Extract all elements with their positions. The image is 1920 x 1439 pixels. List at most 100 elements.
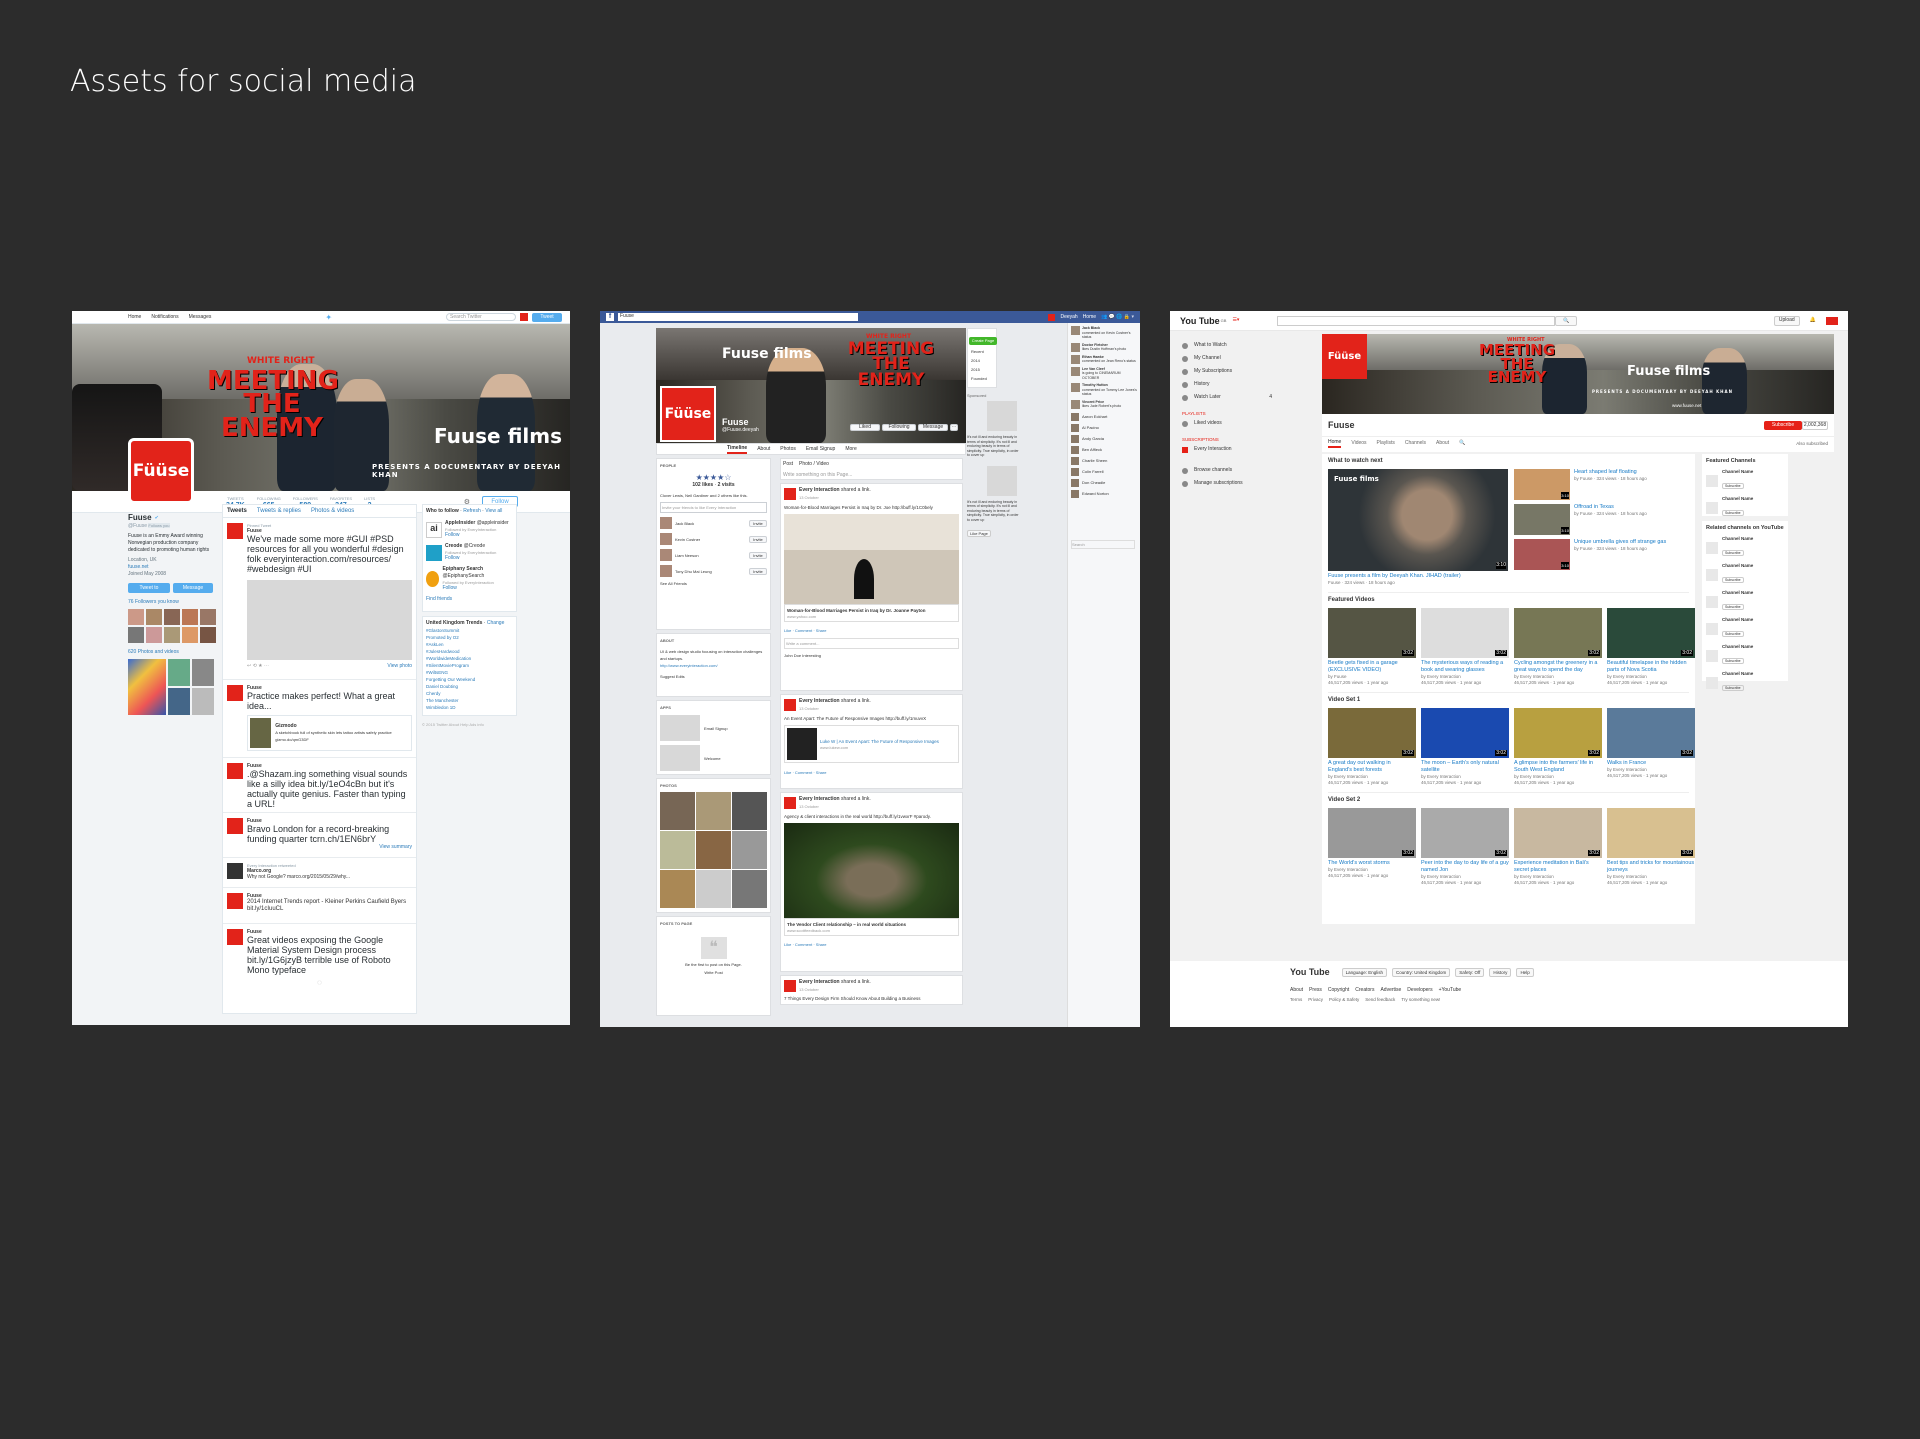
twitter-bird-icon[interactable]: ✦ (325, 313, 332, 322)
video-tile[interactable]: 3:02 The moon – Earth's only natural sate… (1421, 708, 1509, 786)
contact-item[interactable]: Al Pacino (1071, 423, 1137, 432)
see-all-friends-link[interactable]: See All Friends (660, 580, 767, 587)
create-page-button[interactable]: Create Page (969, 336, 997, 345)
footer-link[interactable]: Advertise (1380, 987, 1401, 994)
trend-item[interactable]: #WiltsENG (426, 669, 513, 676)
nav-profile[interactable]: Deeyah (1060, 314, 1077, 321)
video-tile[interactable]: 3:02 A great day out walking in England's… (1328, 708, 1416, 786)
guide-subscriptions[interactable]: My Subscriptions (1182, 365, 1272, 378)
invite-button[interactable]: Invite (749, 551, 767, 559)
post-link-image[interactable] (784, 823, 959, 918)
trend-item[interactable]: #SilentMovieProgram (426, 662, 513, 669)
avatar[interactable] (1826, 316, 1838, 325)
contact-item[interactable]: Charlie Sheen (1071, 456, 1137, 465)
footer-link[interactable]: Policy & Safety (1329, 996, 1359, 1003)
upload-button[interactable]: Upload (1773, 315, 1800, 326)
tab-timeline[interactable]: Timeline (727, 445, 748, 454)
footer-link[interactable]: +YouTube (1439, 987, 1462, 994)
footer-logo[interactable]: You Tube (1290, 967, 1330, 977)
channel-url[interactable]: www.fuuse.net (1672, 402, 1701, 409)
trend-item[interactable]: Forgetting Our Weekend (426, 676, 513, 683)
video-tile[interactable]: 3:02 Walks in France by Every Interaction 4… (1607, 708, 1695, 779)
invite-button[interactable]: Invite (749, 567, 767, 575)
video-tile[interactable]: 3:02 Beetle gets fixed in a garage (EXCLU… (1328, 608, 1416, 686)
channel-item[interactable]: Channel Name Subscribe (1706, 590, 1784, 613)
more-icon[interactable]: ⋯ (950, 424, 958, 431)
year-item[interactable]: Recent (968, 347, 996, 356)
channel-item[interactable]: Channel Name Subscribe (1706, 617, 1784, 640)
tweet-item[interactable]: Fuuse Great videos exposing the Google Ma… (223, 924, 416, 978)
tab-channels[interactable]: Channels (1405, 440, 1426, 447)
guide-browse-channels[interactable]: Browse channels (1182, 464, 1272, 477)
tab-videos[interactable]: Videos (1351, 440, 1366, 447)
video-tile[interactable]: 3:02 A glimpse into the farmers' life in … (1514, 708, 1602, 786)
ticker-item[interactable]: Doctor Fletcher likes Dustin Hoffman's ph… (1071, 342, 1137, 352)
footer-link[interactable]: Copyright (1328, 987, 1349, 994)
contact-item[interactable]: Ben Affleck (1071, 445, 1137, 454)
profile-avatar[interactable]: Füüse (128, 438, 194, 504)
sponsored-ad[interactable]: It's not ill and enduring beauty in term… (967, 401, 1022, 540)
footer-button[interactable]: Help (1516, 967, 1534, 977)
post-actions[interactable]: Like · Comment · Share (784, 627, 959, 634)
follow-button[interactable]: Follow (442, 585, 513, 592)
trend-item[interactable]: #AskLen (426, 641, 513, 648)
tab-about[interactable]: About (1436, 440, 1449, 447)
tab-photos[interactable]: Photos (780, 446, 796, 453)
message-button[interactable]: Message (918, 424, 948, 431)
guide-what-to-watch[interactable]: What to Watch (1182, 339, 1272, 352)
avatar[interactable] (519, 313, 528, 321)
tab-email-signup[interactable]: Email Signup (806, 446, 835, 453)
nav-messages[interactable]: Messages (189, 314, 212, 321)
video-tile[interactable]: 3:02 Beautiful timelapse in the hidden pa… (1607, 608, 1695, 686)
follow-button[interactable]: Follow (445, 555, 496, 562)
app-item[interactable]: Email Signup (660, 715, 767, 741)
view-photo-link[interactable]: View photo (387, 663, 412, 670)
chat-search-input[interactable]: Search (1071, 540, 1135, 549)
footer-button[interactable]: Country: United Kingdom (1391, 967, 1451, 977)
guide-history[interactable]: History (1182, 378, 1272, 391)
change-link[interactable]: Change (487, 620, 505, 626)
fb-photos-grid[interactable] (660, 792, 767, 908)
tweet-item[interactable]: Every Interaction retweeted Marco.org Why … (223, 858, 416, 888)
write-post-link[interactable]: Write Post (660, 970, 767, 975)
contact-item[interactable]: Edward Norton (1071, 489, 1137, 498)
guide-liked-videos[interactable]: Liked videos (1182, 417, 1272, 430)
profile-url[interactable]: fuuse.net (128, 564, 218, 571)
link-preview[interactable]: Luke W | An Event Apart: The Future of R… (784, 725, 959, 763)
footer-link[interactable]: About (1290, 987, 1303, 994)
search-input[interactable]: Fuuse (618, 313, 858, 321)
footer-link[interactable]: Press (1309, 987, 1322, 994)
trend-item[interactable]: #GlastonSummit (426, 627, 513, 634)
tweet-media[interactable] (247, 580, 412, 660)
following-button[interactable]: Following (882, 424, 916, 431)
composer-photo-tab[interactable]: Photo / Video (799, 461, 829, 468)
guide-manage-subscriptions[interactable]: Manage subscriptions (1182, 477, 1272, 490)
refresh-link[interactable]: Refresh (463, 508, 481, 514)
tab-tweets[interactable]: Tweets (227, 508, 247, 515)
footer-link[interactable]: Try something new! (1401, 996, 1440, 1003)
video-tile[interactable]: 3:02 Best tips and tricks for mountainous… (1607, 808, 1695, 886)
liked-button[interactable]: Liked (850, 424, 880, 431)
ticker-item[interactable]: Timothy Hutton commented on Tommy Lee Jon… (1071, 383, 1137, 397)
search-input[interactable]: Search Twitter (445, 313, 516, 321)
tweet-item[interactable]: Fuuse Bravo London for a record-breaking … (223, 813, 416, 858)
about-url[interactable]: http://www.everyinteraction.com/ (660, 662, 767, 669)
subscribe-button[interactable]: Subscribe (1764, 420, 1802, 430)
contact-item[interactable]: Colin Farrell (1071, 467, 1137, 476)
ticker-item[interactable]: Ethan Hawke commented on Jean Reno's stat… (1071, 354, 1137, 364)
tweet-to-button[interactable]: Tweet to (128, 583, 170, 593)
search-input[interactable] (1277, 315, 1556, 326)
view-all-link[interactable]: View all (485, 508, 502, 514)
video-tile[interactable]: 3:02 Peer into the day to day life of a g… (1421, 808, 1509, 886)
footer-button[interactable]: History (1489, 967, 1512, 977)
tab-photos-videos[interactable]: Photos & videos (311, 508, 354, 515)
footer-link[interactable]: Creators (1355, 987, 1374, 994)
nav-home[interactable]: Home (128, 314, 141, 321)
nav-notifications[interactable]: Notifications (151, 314, 178, 321)
tweet-item[interactable]: Fuuse Practice makes perfect! What a gre… (223, 680, 416, 758)
composer-input[interactable]: Write something on this Page... (781, 470, 962, 481)
find-friends-link[interactable]: Find friends (426, 596, 513, 603)
contact-item[interactable]: Aaron Eckhart (1071, 412, 1137, 421)
contact-item[interactable]: Andy Garcia (1071, 434, 1137, 443)
subscribe-button[interactable]: Subscribe (1722, 658, 1744, 664)
